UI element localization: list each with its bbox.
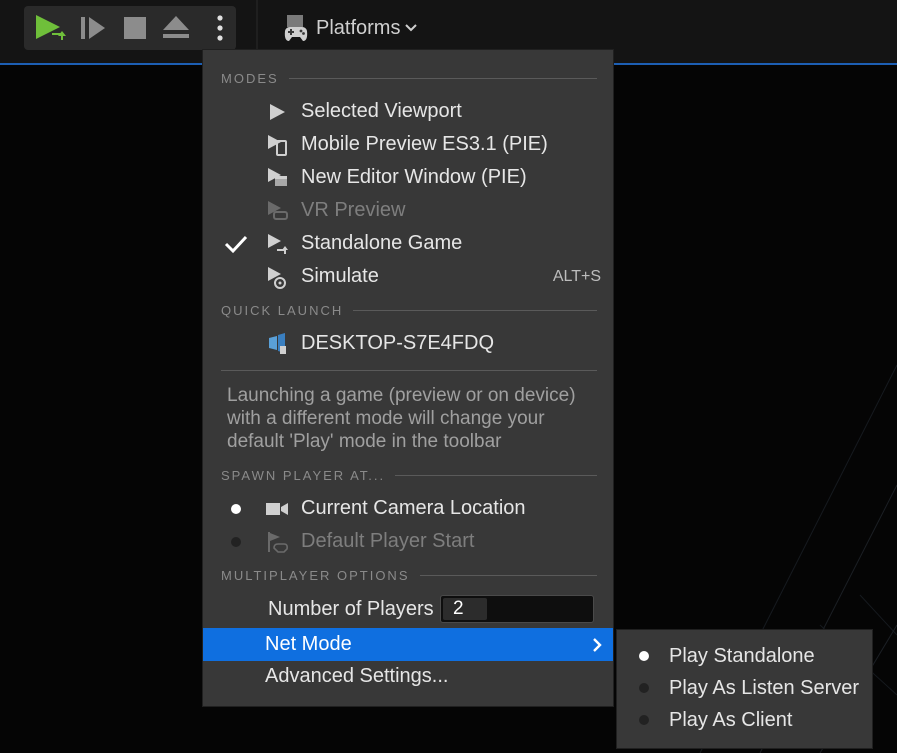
- more-options-button[interactable]: [208, 12, 232, 44]
- mode-mobile-preview[interactable]: Mobile Preview ES3.1 (PIE): [203, 128, 613, 161]
- net-mode-play-listen-server[interactable]: Play As Listen Server: [617, 672, 872, 704]
- section-rule: [395, 474, 597, 476]
- checkmark-icon: [223, 234, 249, 254]
- radio-unselected: [223, 536, 249, 547]
- net-mode-menu-item[interactable]: Net Mode: [203, 628, 613, 661]
- play-icon: [36, 15, 66, 40]
- mode-new-editor-window[interactable]: New Editor Window (PIE): [203, 161, 613, 194]
- device-label: DESKTOP-S7E4FDQ: [301, 332, 495, 354]
- spinbox-fill: [443, 598, 487, 620]
- stop-button[interactable]: [120, 12, 150, 44]
- number-of-players-row: Number of Players 2: [203, 593, 613, 627]
- mode-vr-preview: VR Preview: [203, 194, 613, 227]
- multiplayer-section-header: MULTIPLAYER OPTIONS: [221, 567, 597, 583]
- spawn-section-header: SPAWN PLAYER AT...: [221, 467, 597, 483]
- play-controls-group: [24, 6, 236, 50]
- menu-divider: [221, 370, 597, 371]
- advance-frame-button[interactable]: [78, 12, 108, 44]
- net-mode-play-as-client[interactable]: Play As Client: [617, 704, 872, 736]
- mode-label: Simulate: [301, 265, 379, 287]
- multiplayer-header-text: MULTIPLAYER OPTIONS: [221, 567, 410, 583]
- net-mode-option-label: Play As Client: [669, 709, 793, 731]
- eject-button[interactable]: [160, 12, 192, 44]
- play-options-menu: MODES Selected Viewport Mobile Preview E…: [202, 49, 614, 707]
- section-rule: [288, 77, 597, 79]
- modes-header-text: MODES: [221, 70, 279, 86]
- mode-selected-viewport[interactable]: Selected Viewport: [203, 95, 613, 128]
- advance-frame-icon: [81, 17, 105, 39]
- radio-unselected: [639, 715, 649, 725]
- camera-icon: [265, 497, 289, 521]
- platforms-button[interactable]: Platforms: [282, 12, 418, 44]
- windows-device-icon: [265, 332, 289, 356]
- mode-label: Standalone Game: [301, 232, 463, 254]
- platforms-label: Platforms: [316, 16, 401, 39]
- mode-label: Selected Viewport: [301, 100, 462, 122]
- radio-selected: [223, 503, 249, 514]
- mode-standalone-game[interactable]: Standalone Game: [203, 227, 613, 260]
- number-of-players-value: 2: [453, 598, 464, 619]
- shortcut-label: ALT+S: [552, 267, 601, 285]
- radio-selected: [639, 651, 649, 661]
- simulate-icon: [265, 265, 289, 289]
- standalone-game-icon: [265, 232, 289, 256]
- section-rule: [419, 574, 597, 576]
- net-mode-option-label: Play Standalone: [669, 645, 815, 667]
- number-of-players-spinbox[interactable]: 2: [440, 595, 594, 623]
- stop-icon: [124, 17, 146, 39]
- quick-launch-device[interactable]: DESKTOP-S7E4FDQ: [203, 327, 613, 360]
- quick-launch-section-header: QUICK LAUNCH: [221, 302, 597, 318]
- editor-window-icon: [265, 166, 289, 190]
- gamepad-icon: [284, 15, 308, 41]
- spawn-label: Current Camera Location: [301, 497, 526, 519]
- radio-unselected: [639, 683, 649, 693]
- mobile-preview-icon: [265, 133, 289, 157]
- vr-preview-icon: [265, 199, 289, 223]
- play-button[interactable]: [32, 12, 66, 44]
- number-of-players-label: Number of Players: [268, 598, 434, 620]
- advanced-settings-item[interactable]: Advanced Settings...: [265, 665, 448, 688]
- chevron-right-icon: [591, 636, 603, 659]
- spawn-current-camera[interactable]: Current Camera Location: [203, 492, 613, 525]
- net-mode-option-label: Play As Listen Server: [669, 677, 860, 699]
- eject-icon: [163, 16, 189, 38]
- mode-label: New Editor Window (PIE): [301, 166, 527, 188]
- net-mode-play-standalone[interactable]: Play Standalone: [617, 640, 872, 672]
- spawn-label: Default Player Start: [301, 530, 475, 552]
- kebab-menu-icon: [217, 15, 223, 41]
- toolbar-separator: [256, 0, 258, 50]
- net-mode-label: Net Mode: [265, 633, 352, 655]
- spawn-header-text: SPAWN PLAYER AT...: [221, 467, 386, 483]
- mode-label: Mobile Preview ES3.1 (PIE): [301, 133, 548, 155]
- modes-section-header: MODES: [221, 70, 597, 86]
- spawn-default-player-start: Default Player Start: [203, 525, 613, 558]
- player-start-icon: [265, 530, 289, 554]
- net-mode-submenu: Play Standalone Play As Listen Server Pl…: [616, 629, 873, 749]
- mode-simulate[interactable]: Simulate ALT+S: [203, 260, 613, 293]
- quick-launch-header-text: QUICK LAUNCH: [221, 302, 344, 318]
- mode-label: VR Preview: [301, 199, 406, 221]
- play-icon: [265, 100, 289, 124]
- launch-mode-note: Launching a game (preview or on device) …: [227, 385, 576, 452]
- chevron-down-icon: [405, 24, 418, 32]
- section-rule: [353, 309, 597, 311]
